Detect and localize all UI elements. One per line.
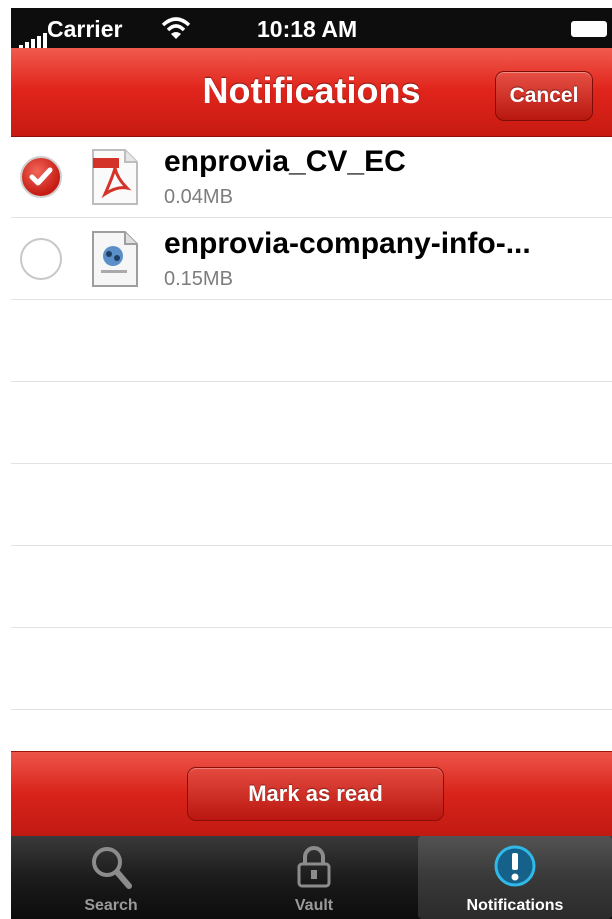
- tab-vault[interactable]: Vault: [214, 836, 414, 919]
- carrier-name: Carrier: [47, 16, 123, 42]
- tab-search[interactable]: Search: [11, 836, 211, 919]
- pdf-file-icon: [91, 148, 139, 211]
- navigation-bar: Notifications Cancel: [11, 48, 612, 137]
- tab-notifications[interactable]: Notifications: [418, 836, 612, 919]
- tab-label: Vault: [294, 897, 334, 914]
- wifi-icon: [161, 15, 191, 46]
- battery-icon: [571, 21, 607, 37]
- search-icon: [89, 844, 133, 895]
- empty-row: [11, 546, 612, 628]
- file-name: enprovia_CV_EC: [164, 145, 406, 178]
- empty-row: [11, 382, 612, 464]
- file-list: enprovia_CV_EC 0.04MB enprovia-company-i…: [11, 136, 612, 751]
- unchecked-circle-icon[interactable]: [20, 238, 62, 280]
- checkmark-icon[interactable]: [20, 156, 62, 198]
- file-size: 0.04MB: [164, 186, 233, 208]
- tab-bar: Search Vault Notifications: [11, 836, 612, 919]
- file-size: 0.15MB: [164, 268, 233, 290]
- document-file-icon: [91, 230, 139, 293]
- file-name: enprovia-company-info-...: [164, 227, 531, 260]
- list-item[interactable]: enprovia_CV_EC 0.04MB: [11, 136, 612, 218]
- cancel-button[interactable]: Cancel: [495, 71, 593, 121]
- exclamation-icon: [492, 844, 538, 895]
- status-bar: Carrier 10:18 AM: [11, 8, 612, 50]
- empty-row: [11, 628, 612, 710]
- empty-row: [11, 300, 612, 382]
- lock-icon: [294, 844, 334, 895]
- bottom-toolbar: Mark as read: [11, 751, 612, 837]
- phone-screen: Carrier 10:18 AM Notifications Cancel en…: [11, 8, 612, 919]
- mark-as-read-button[interactable]: Mark as read: [187, 767, 444, 821]
- tab-label: Search: [84, 897, 138, 914]
- status-time: 10:18 AM: [257, 16, 358, 42]
- list-item[interactable]: enprovia-company-info-... 0.15MB: [11, 218, 612, 300]
- tab-label: Notifications: [466, 897, 564, 914]
- empty-row: [11, 464, 612, 546]
